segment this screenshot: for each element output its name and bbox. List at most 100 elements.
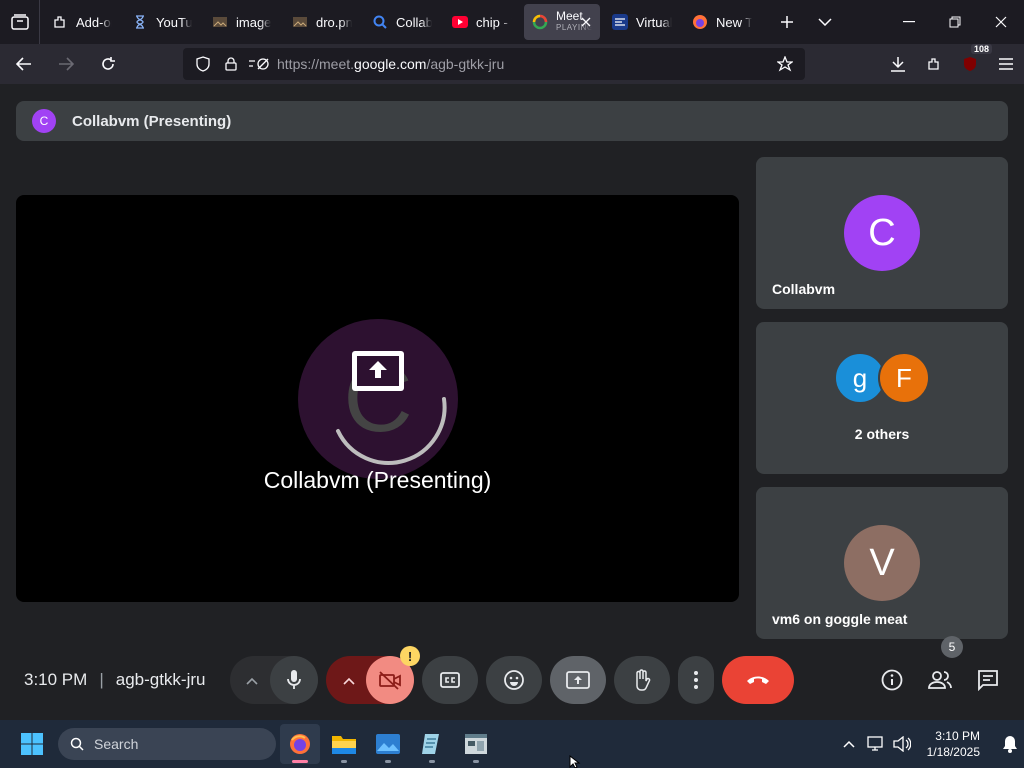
ublock-icon [964, 57, 976, 71]
puzzle-icon [52, 14, 68, 30]
back-button[interactable] [6, 48, 42, 80]
downloads-button[interactable] [880, 48, 916, 80]
taskbar-notepad[interactable] [412, 724, 452, 764]
loading-arc [336, 397, 447, 465]
url-text: https://meet.google.com/agb-gtkk-jru [277, 56, 504, 72]
search-placeholder: Search [94, 736, 139, 752]
camera-warning-badge[interactable]: ! [400, 646, 420, 666]
presenting-label: Collabvm (Presenting) [72, 112, 232, 130]
audio-options-button[interactable] [246, 672, 258, 690]
video-options-button[interactable] [343, 672, 355, 690]
taskbar-file-explorer[interactable] [324, 724, 364, 764]
extension-badge: 108 [970, 44, 992, 54]
tab-chip-youtube[interactable]: chip - YouTube [444, 4, 520, 40]
close-icon [995, 16, 1007, 28]
presentation-stage[interactable]: C Collabvm (Presenting) [16, 195, 739, 602]
taskbar-app[interactable] [456, 724, 496, 764]
taskbar-clock[interactable]: 3:10 PM 1/18/2025 [927, 728, 980, 760]
tab-meet[interactable]: Meet PLAYING [524, 4, 600, 40]
tab-new-tab[interactable]: New Tab [684, 4, 760, 40]
ublock-extension-button[interactable]: 108 [952, 44, 992, 80]
mouse-cursor-icon [569, 755, 581, 768]
puzzle-icon [928, 58, 939, 70]
audio-control-group [230, 656, 318, 704]
firefox-view-icon [10, 14, 29, 30]
browser-tab-bar: Add-ons YouTube image dro.png Collabvm c… [0, 0, 1024, 44]
chevron-up-icon [343, 677, 355, 685]
permissions-icon[interactable] [245, 50, 273, 78]
raise-hand-button[interactable] [614, 656, 670, 704]
participant-tile[interactable]: C Collabvm [756, 157, 1008, 309]
taskbar-search[interactable]: Search [58, 728, 276, 760]
windows-start-icon[interactable] [20, 732, 44, 756]
meeting-info: 3:10 PM | agb-gtkk-jru [24, 670, 206, 690]
list-all-tabs-button[interactable] [802, 0, 848, 44]
tab-add-ons[interactable]: Add-ons [44, 4, 120, 40]
present-screen-icon [352, 351, 404, 391]
network-icon[interactable] [863, 736, 889, 752]
running-indicator [292, 760, 308, 763]
close-window-button[interactable] [978, 0, 1024, 44]
tab-dro-png[interactable]: dro.png [284, 4, 360, 40]
avatar: V [844, 525, 920, 601]
tab-title: image [236, 14, 272, 30]
people-button[interactable] [924, 664, 956, 696]
tab-title: Collabvm [396, 14, 432, 30]
taskbar-firefox[interactable] [280, 724, 320, 764]
menu-button[interactable] [988, 48, 1024, 80]
minimize-icon [903, 21, 915, 23]
restore-icon [949, 16, 961, 28]
meeting-controls: 3:10 PM | agb-gtkk-jru ! 5 [0, 636, 1024, 708]
virtual-icon [612, 14, 628, 30]
app-window-icon [465, 734, 487, 754]
captions-button[interactable] [422, 656, 478, 704]
more-vert-icon [694, 671, 698, 689]
hamburger-icon [999, 58, 1013, 70]
close-icon [581, 17, 591, 27]
reactions-button[interactable] [486, 656, 542, 704]
leave-call-button[interactable] [722, 656, 794, 704]
stage-participant-name: Collabvm (Presenting) [263, 467, 492, 493]
minimize-button[interactable] [886, 0, 932, 44]
tab-virtual[interactable]: Virtual [604, 4, 680, 40]
volume-icon[interactable] [889, 736, 915, 752]
tab-collabvm[interactable]: Collabvm [364, 4, 440, 40]
chat-button[interactable] [972, 664, 1004, 696]
star-icon [777, 56, 793, 72]
plus-icon [781, 16, 793, 28]
shield-icon[interactable] [189, 50, 217, 78]
more-options-button[interactable] [678, 656, 714, 704]
firefox-view-button[interactable] [0, 0, 40, 44]
lock-icon[interactable] [217, 50, 245, 78]
restore-button[interactable] [932, 0, 978, 44]
others-count-label: 2 others [854, 426, 910, 442]
bookmark-star-button[interactable] [771, 50, 799, 78]
magnifier-icon [372, 14, 388, 30]
microphone-button[interactable] [270, 656, 318, 704]
info-icon [881, 669, 903, 691]
tab-title: YouTube [156, 14, 192, 30]
folder-icon [332, 736, 356, 754]
present-now-button[interactable] [550, 656, 606, 704]
forward-button[interactable] [48, 48, 84, 80]
closed-captions-icon [440, 672, 460, 688]
presenter-avatar: C [298, 319, 458, 479]
reload-button[interactable] [90, 48, 126, 80]
present-screen-icon [566, 671, 590, 689]
image-file-icon [212, 14, 228, 30]
chat-icon [978, 670, 998, 691]
tab-youtube[interactable]: YouTube [124, 4, 200, 40]
taskbar-photos[interactable] [368, 724, 408, 764]
windows-taskbar: Search 3:10 PM 1/18/2025 [0, 720, 1024, 768]
image-file-icon [292, 14, 308, 30]
tab-image[interactable]: image [204, 4, 280, 40]
show-hidden-icons-button[interactable] [835, 740, 863, 748]
tab-title: chip - YouTube [476, 14, 512, 30]
close-tab-button[interactable] [578, 14, 594, 30]
others-tile[interactable]: g F 2 others [756, 322, 1008, 474]
participant-tile[interactable]: V vm6 on goggle meat [756, 487, 1008, 639]
meeting-details-button[interactable] [876, 664, 908, 696]
notifications-button[interactable] [996, 735, 1024, 753]
extensions-button[interactable] [916, 48, 952, 80]
address-bar[interactable]: https://meet.google.com/agb-gtkk-jru [183, 48, 805, 80]
